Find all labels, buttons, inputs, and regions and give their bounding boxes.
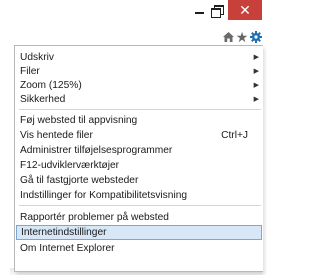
menu-item-label: F12-udviklerværktøjer [20,160,120,171]
menu-item-about-ie[interactable]: Om Internet Explorer [16,241,262,256]
menu-item-label: Udskriv [20,52,54,63]
menu-item-files[interactable]: Filer ▶ [16,64,262,79]
home-icon [222,32,234,42]
menu-item-label: Administrer tilføjelsesprogrammer [20,145,173,156]
minimize-icon [194,12,204,14]
menu-item-downloads[interactable]: Vis hentede filer Ctrl+J [16,128,262,143]
minimize-button[interactable] [190,0,208,20]
tools-button[interactable] [249,28,262,46]
menu-separator [19,109,261,110]
menu-item-label: Vis hentede filer [20,130,93,141]
menu-item-security[interactable]: Sikkerhed ▶ [16,92,262,107]
menu-item-label: Filer [20,66,40,77]
submenu-arrow-icon: ▶ [253,82,259,89]
tools-menu: Udskriv ▶ Filer ▶ Zoom (125%) ▶ Sikkerhe… [14,45,263,272]
menu-item-dev-tools[interactable]: F12-udviklerværktøjer [16,158,262,173]
gear-icon [249,31,262,43]
menu-item-print[interactable]: Udskriv ▶ [16,50,262,65]
menu-item-pinned-sites[interactable]: Gå til fastgjorte websteder [16,173,262,188]
favorites-button[interactable]: ★ [235,28,249,46]
menu-separator [19,205,261,206]
submenu-arrow-icon: ▶ [253,68,259,75]
menu-item-label: Internetindstillinger [21,227,107,238]
home-button[interactable] [221,28,235,46]
restore-icon-front [211,8,221,18]
menu-item-label: Om Internet Explorer [20,243,115,254]
menu-item-label: Zoom (125%) [20,80,82,91]
submenu-arrow-icon: ▶ [253,54,259,61]
menu-item-internet-options[interactable]: Internetindstillinger [16,225,262,240]
star-icon: ★ [235,29,249,45]
menu-item-compat-view[interactable]: Indstillinger for Kompatibilitetsvisning [16,188,262,203]
submenu-arrow-icon: ▶ [253,96,259,103]
menu-item-manage-addons[interactable]: Administrer tilføjelsesprogrammer [16,143,262,158]
menu-item-zoom[interactable]: Zoom (125%) ▶ [16,78,262,93]
menu-item-label: Gå til fastgjorte websteder [20,175,139,186]
title-bar: ✕ [0,0,262,28]
menu-item-add-to-apps[interactable]: Føj websted til appvisning [16,113,262,128]
close-icon: ✕ [239,1,251,18]
menu-item-label: Sikkerhed [20,94,66,105]
close-button[interactable]: ✕ [228,0,262,20]
maximize-button[interactable] [208,0,226,20]
menu-item-label: Føj websted til appvisning [20,115,138,126]
menu-item-report-problems[interactable]: Rapportér problemer på websted [16,210,262,225]
menu-item-shortcut: Ctrl+J [221,130,248,141]
menu-item-label: Indstillinger for Kompatibilitetsvisning [20,190,188,201]
menu-item-label: Rapportér problemer på websted [20,212,169,223]
